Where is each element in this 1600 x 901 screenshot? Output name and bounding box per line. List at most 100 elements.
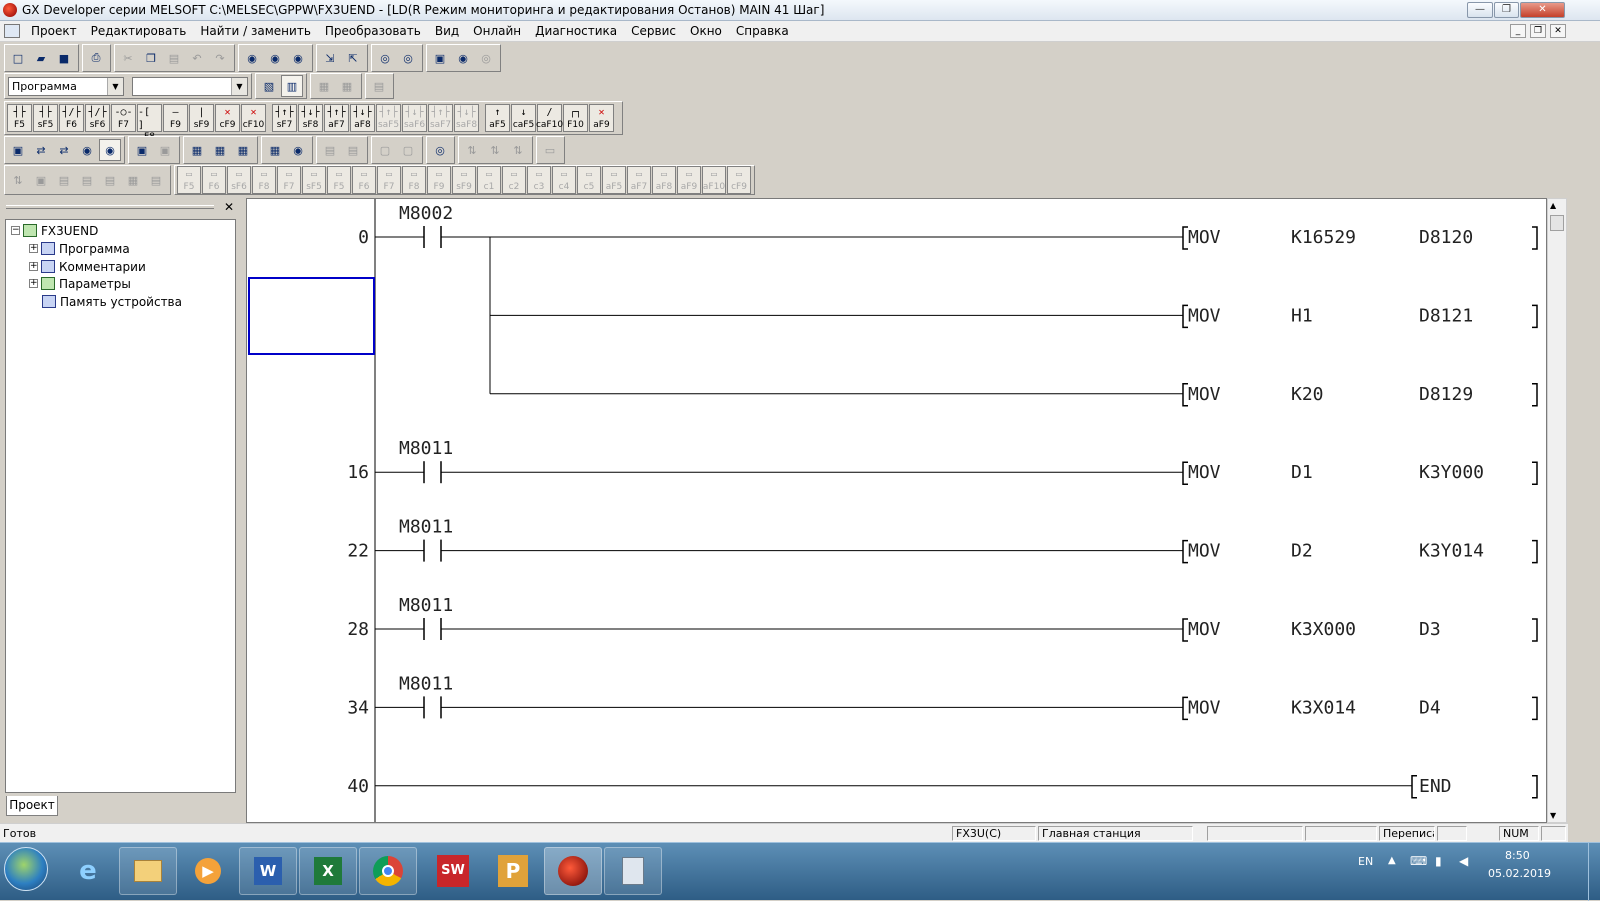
read-from-plc-icon[interactable]: ⇱ xyxy=(342,47,364,69)
ladder-key-cf9-8[interactable]: ✕ cF9 xyxy=(215,104,240,132)
list-view-icon[interactable]: ▥ xyxy=(281,75,303,97)
copy-icon[interactable]: ❐ xyxy=(140,47,162,69)
read-mode-icon[interactable]: ▣ xyxy=(7,139,29,161)
sfc-key-2[interactable]: ▭ sF6 xyxy=(227,166,251,194)
monitor-write-mode-icon[interactable]: ◉ xyxy=(76,139,98,161)
ladder-key-sf7-10[interactable]: ┤↑├ sF7 xyxy=(272,104,297,132)
expand-icon[interactable]: + xyxy=(29,244,38,253)
ladder-key-caf5-19[interactable]: ↓ caF5 xyxy=(511,104,536,132)
step-run-icon[interactable]: ▤ xyxy=(319,139,341,161)
volume-icon[interactable]: ◀ xyxy=(1459,854,1468,868)
cross-reference-icon[interactable]: ◎ xyxy=(429,139,451,161)
ladder-key-sf5-1[interactable]: ┤├ sF5 xyxy=(33,104,58,132)
ladder-key-f10-21[interactable]: ┌┐ F10 xyxy=(563,104,588,132)
tree-item-parameters[interactable]: + Параметры xyxy=(29,275,131,292)
sampling-trace-icon[interactable]: ▣ xyxy=(154,139,176,161)
start-button[interactable] xyxy=(4,847,48,891)
expand-icon[interactable]: + xyxy=(29,279,38,288)
tree-item-program[interactable]: + Программа xyxy=(29,240,130,257)
tray-expand-icon[interactable]: ▲ xyxy=(1388,855,1396,866)
sfc-key-6[interactable]: ▭ F5 xyxy=(327,166,351,194)
clock-date[interactable]: 05.02.2019 xyxy=(1488,867,1551,880)
sfc-key-16[interactable]: ▭ c5 xyxy=(577,166,601,194)
explorer-icon[interactable] xyxy=(119,847,177,895)
collapse-icon[interactable]: − xyxy=(11,226,20,235)
panel-grip[interactable] xyxy=(6,205,214,209)
sfc-transition-icon[interactable]: ▤ xyxy=(99,169,121,191)
menu-edit[interactable]: Редактировать xyxy=(84,22,194,41)
sfc-key-10[interactable]: ▭ F9 xyxy=(427,166,451,194)
sfc-step-icon[interactable]: ⇅ xyxy=(7,169,29,191)
ladder-key-caf10-20[interactable]: / caF10 xyxy=(536,104,563,132)
program-name-select[interactable]: ▼ xyxy=(132,76,248,96)
open-folder-icon[interactable]: ▰ xyxy=(30,47,52,69)
close-button[interactable]: ✕ xyxy=(1520,2,1565,18)
sfc-key-0[interactable]: ▭ F5 xyxy=(177,166,201,194)
mdi-restore-button[interactable]: ❐ xyxy=(1530,24,1546,38)
tree-item-device-memory[interactable]: Память устройства xyxy=(42,293,182,310)
ladder-key-af7-12[interactable]: ┤↑├ aF7 xyxy=(324,104,349,132)
ladder-view-icon[interactable]: ▧ xyxy=(258,75,280,97)
sfc-key-15[interactable]: ▭ c4 xyxy=(552,166,576,194)
vertical-scrollbar[interactable]: ▲ ▼ xyxy=(1547,198,1567,823)
media-player-icon[interactable]: ▶ xyxy=(179,847,237,895)
ladder-key-saf5-14[interactable]: ┤↑├ saF5 xyxy=(376,104,401,132)
sfc-key-11[interactable]: ▭ sF9 xyxy=(452,166,476,194)
ladder-key-saf8-17[interactable]: ┤↓├ saF8 xyxy=(454,104,479,132)
ladder-key-cf10-9[interactable]: ✕ cF10 xyxy=(241,104,266,132)
write-mode-icon[interactable]: ⇄ xyxy=(30,139,52,161)
tab-project[interactable]: Проект xyxy=(6,796,58,816)
redo-icon[interactable]: ↷ xyxy=(209,47,231,69)
ladder-key-f8-5[interactable]: -[ ]F8 xyxy=(137,104,162,142)
calculator-icon[interactable] xyxy=(604,847,662,895)
undo-icon[interactable]: ↶ xyxy=(186,47,208,69)
ladder-key-saf6-15[interactable]: ┤↓├ saF6 xyxy=(402,104,427,132)
tree-root[interactable]: − FX3UEND xyxy=(11,222,98,239)
menu-find-replace[interactable]: Найти / заменить xyxy=(193,22,318,41)
clock-time[interactable]: 8:50 xyxy=(1505,849,1530,862)
menu-project[interactable]: Проект xyxy=(24,22,84,41)
menu-help[interactable]: Справка xyxy=(729,22,796,41)
panel-close-icon[interactable]: ✕ xyxy=(222,200,236,214)
sfc-key-5[interactable]: ▭ sF5 xyxy=(302,166,326,194)
document-icon[interactable] xyxy=(4,24,20,38)
gx-developer-icon[interactable] xyxy=(544,847,602,895)
monitor-write-icon[interactable]: ◎ xyxy=(397,47,419,69)
sfc-key-8[interactable]: ▭ F7 xyxy=(377,166,401,194)
menu-online[interactable]: Онлайн xyxy=(466,22,528,41)
solidworks-icon[interactable]: SW xyxy=(424,847,482,895)
scroll-up-icon[interactable]: ▲ xyxy=(1550,201,1556,210)
menu-window[interactable]: Окно xyxy=(683,22,729,41)
print-icon[interactable]: ⎙ xyxy=(85,47,107,69)
menu-convert[interactable]: Преобразовать xyxy=(318,22,428,41)
monitor-mode-icon[interactable]: ⇄ xyxy=(53,139,75,161)
network-icon[interactable]: ▮ xyxy=(1435,854,1442,868)
sfc-key-21[interactable]: ▭ aF10 xyxy=(702,166,726,194)
save-icon[interactable]: ■ xyxy=(53,47,75,69)
sfc-block-list-icon[interactable]: ▤ xyxy=(145,169,167,191)
ladder-key-f6-2[interactable]: ┤/├ F6 xyxy=(59,104,84,132)
monitor-icon[interactable]: ◎ xyxy=(374,47,396,69)
plc-diagnostics-icon[interactable]: ▦ xyxy=(209,139,231,161)
program-type-select[interactable]: Программа ▼ xyxy=(8,76,124,96)
sfc-block-icon[interactable]: ▦ xyxy=(122,169,144,191)
sfc-error-icon[interactable]: ▤ xyxy=(53,169,75,191)
note-icon[interactable]: ▤ xyxy=(368,75,390,97)
sfc-key-12[interactable]: ▭ c1 xyxy=(477,166,501,194)
powerpoint-icon[interactable]: P xyxy=(484,847,542,895)
ladder-key-f9-6[interactable]: — F9 xyxy=(163,104,188,132)
write-to-plc-icon[interactable]: ⇲ xyxy=(319,47,341,69)
mdi-minimize-button[interactable]: _ xyxy=(1510,24,1526,38)
ladder-key-saf7-16[interactable]: ┤↑├ saF7 xyxy=(428,104,453,132)
list-used-device-icon[interactable]: ⇅ xyxy=(484,139,506,161)
ladder-key-af8-13[interactable]: ┤↓├ aF8 xyxy=(350,104,375,132)
restore-button[interactable]: ❐ xyxy=(1494,2,1519,18)
step-stop-icon[interactable]: ▤ xyxy=(342,139,364,161)
ladder-key-af5-18[interactable]: ↑ aF5 xyxy=(485,104,510,132)
menu-tools[interactable]: Сервис xyxy=(624,22,683,41)
word-icon[interactable]: W xyxy=(239,847,297,895)
chevron-down-icon[interactable]: ▼ xyxy=(231,77,247,95)
sfc-key-3[interactable]: ▭ F8 xyxy=(252,166,276,194)
sfc-key-7[interactable]: ▭ F6 xyxy=(352,166,376,194)
comment-icon[interactable]: ▦ xyxy=(313,75,335,97)
